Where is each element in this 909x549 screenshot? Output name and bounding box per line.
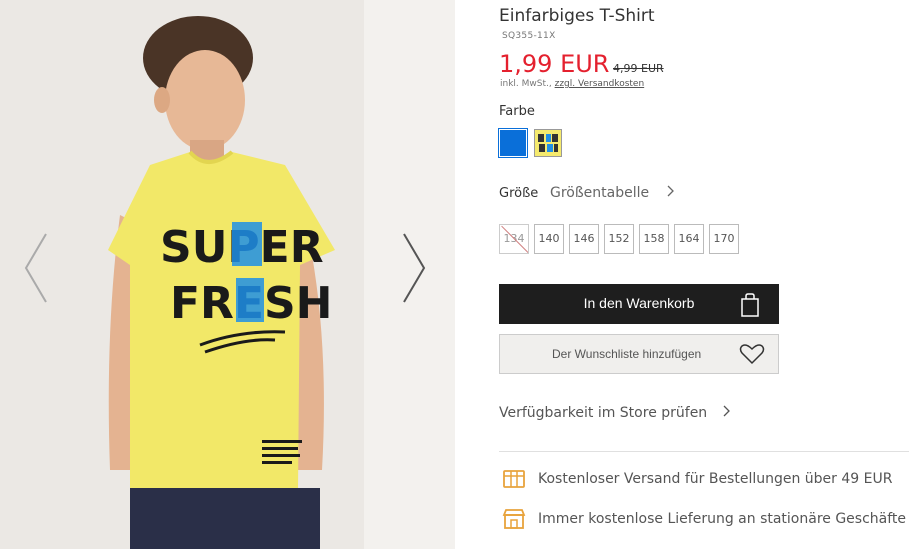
benefit-text: Immer kostenlose Lieferung an stationäre…: [538, 511, 907, 527]
add-to-wishlist-label: Der Wunschliste hinzufügen: [552, 347, 702, 361]
gallery-prev-arrow[interactable]: [22, 232, 50, 304]
product-sku: SQ355-11X: [502, 31, 556, 41]
size-label: Größe: [499, 186, 539, 201]
product-title: Einfarbiges T-Shirt: [499, 6, 655, 26]
size-option-164[interactable]: 164: [674, 224, 704, 254]
chevron-right-icon: [667, 185, 674, 197]
delivery-box-icon: [503, 470, 525, 488]
size-chart-label: Größentabelle: [550, 185, 650, 201]
swatch-pattern-icon: [538, 134, 558, 152]
product-image-gallery: SUPER FRESH: [0, 0, 455, 549]
store-icon: [502, 509, 526, 529]
size-option-170[interactable]: 170: [709, 224, 739, 254]
product-photo: SUPER FRESH: [108, 16, 335, 549]
size-chart-link[interactable]: Größentabelle: [550, 185, 676, 201]
shipping-costs-link[interactable]: zzgl. Versandkosten: [555, 79, 645, 89]
color-swatch-blue[interactable]: [498, 128, 528, 158]
current-price: 1,99 EUR: [499, 50, 610, 78]
store-availability-label: Verfügbarkeit im Store prüfen: [499, 405, 708, 421]
size-option-134[interactable]: 134: [499, 224, 529, 254]
benefit-text: Kostenloser Versand für Bestellungen übe…: [538, 471, 893, 487]
add-to-cart-label: In den Warenkorb: [583, 295, 695, 311]
shopping-bag-icon: [741, 293, 759, 317]
chevron-right-icon: [723, 405, 730, 417]
size-option-140[interactable]: 140: [534, 224, 564, 254]
store-availability-link[interactable]: Verfügbarkeit im Store prüfen: [499, 405, 732, 421]
size-option-158[interactable]: 158: [639, 224, 669, 254]
add-to-wishlist-button[interactable]: Der Wunschliste hinzufügen: [499, 334, 779, 374]
size-option-146[interactable]: 146: [569, 224, 599, 254]
gallery-next-arrow[interactable]: [400, 232, 428, 304]
vat-text: inkl. MwSt.,: [500, 79, 552, 89]
vat-note: inkl. MwSt., zzgl. Versandkosten: [500, 79, 644, 89]
add-to-cart-button[interactable]: In den Warenkorb: [499, 284, 779, 324]
color-swatch-yellow[interactable]: [534, 129, 562, 157]
product-details: Einfarbiges T-Shirt SQ355-11X 1,99 EUR 4…: [498, 0, 909, 549]
color-label: Farbe: [499, 104, 535, 119]
section-divider: [499, 451, 909, 452]
size-option-152[interactable]: 152: [604, 224, 634, 254]
old-price: 4,99 EUR: [613, 62, 664, 75]
heart-icon: [739, 344, 765, 365]
